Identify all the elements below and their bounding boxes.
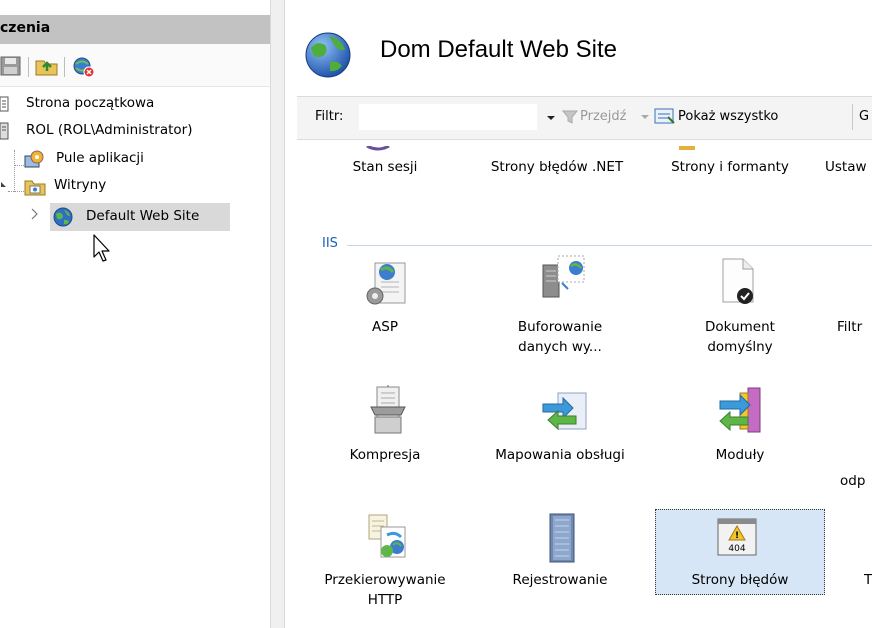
show-all-icon [654, 108, 676, 130]
tree-item-label: Pule aplikacji [56, 150, 144, 166]
show-all-button[interactable]: Pokaż wszystko [678, 109, 778, 124]
group-title: IIS [322, 236, 338, 251]
server-icon [0, 122, 10, 147]
disconnect-icon[interactable] [72, 56, 96, 82]
feature-compression[interactable]: Kompresja [340, 445, 430, 465]
feature-modules[interactable]: Moduły [685, 445, 795, 465]
toolbar-separator [28, 57, 29, 77]
feature-session-state[interactable]: Stan sesji [340, 157, 430, 177]
handler-mappings-icon [540, 390, 590, 438]
up-folder-icon[interactable] [35, 56, 59, 80]
filter-funnel-icon [561, 109, 579, 129]
feature-http-redirect[interactable]: Przekierowywanie HTTP [310, 570, 460, 610]
tree-item-app-pools[interactable]: Pule aplikacji [24, 147, 264, 173]
feature-truncated[interactable]: T [864, 570, 872, 590]
connections-toolbar [0, 44, 270, 87]
tree-item-sites[interactable]: Witryny [0, 174, 270, 200]
http-redirect-icon [367, 513, 411, 565]
feature-asp[interactable]: ASP [340, 317, 430, 337]
default-document-icon [718, 256, 758, 310]
go-button[interactable]: Przejdź [580, 109, 626, 124]
feature-pages-controls[interactable]: Strony i formanty [650, 157, 810, 177]
feature-error-pages[interactable]: Strony błędów [665, 570, 815, 590]
feature-label-line: danych wy... [518, 339, 602, 355]
globe-icon [303, 30, 353, 84]
controls-icon [677, 140, 697, 156]
connections-pane: czenia Strona początkowa ROL (ROL\Admini… [0, 0, 270, 628]
filter-input[interactable] [359, 104, 537, 130]
tree-item-server[interactable]: ROL (ROL\Administrator) [0, 119, 270, 145]
group-by-button[interactable]: G [859, 109, 869, 124]
error-pages-icon: ! 404 [717, 518, 757, 562]
feature-label-line: HTTP [367, 592, 403, 608]
features-view: Stan sesji Strony błędów .NET Strony i f… [285, 140, 872, 628]
app-pools-icon [24, 150, 46, 177]
content-pane: Dom Default Web Site Filtr: Przejdź Poka… [285, 0, 872, 628]
feature-filter-truncated[interactable]: Filtr [837, 317, 872, 337]
tree-item-label: Strona początkowa [26, 95, 155, 111]
asp-icon [365, 260, 409, 312]
save-icon[interactable] [0, 56, 22, 80]
sites-folder-icon [24, 177, 46, 204]
compression-icon [367, 385, 409, 447]
output-caching-icon [540, 253, 590, 305]
feature-handler-mappings[interactable]: Mapowania obsługi [475, 445, 645, 465]
error-code-text: 404 [728, 544, 745, 554]
feature-response-truncated[interactable]: odp [840, 471, 872, 491]
pane-splitter[interactable] [270, 0, 285, 628]
svg-text:!: ! [735, 531, 739, 541]
toolbar-separator [64, 57, 65, 77]
group-divider [347, 245, 872, 246]
feature-label-line: domyślny [707, 339, 773, 355]
tree-item-label: Witryny [54, 177, 107, 193]
connections-title: czenia [0, 20, 51, 36]
feature-label-line: Dokument [705, 319, 775, 335]
feature-net-error-pages[interactable]: Strony błędów .NET [482, 157, 632, 177]
feature-label-line: Buforowanie [517, 319, 603, 335]
collapse-arrow-icon[interactable] [0, 174, 8, 203]
page-title: Dom Default Web Site [380, 36, 617, 63]
feature-logging[interactable]: Rejestrowanie [485, 570, 635, 590]
tree-item-start-page[interactable]: Strona początkowa [0, 92, 270, 118]
filter-bar: Filtr: Przejdź Pokaż wszystko G [297, 96, 872, 140]
connections-header: czenia [0, 15, 270, 44]
modules-icon [718, 387, 762, 439]
feature-label-line: Przekierowywanie [324, 572, 446, 588]
tree-item-label: ROL (ROL\Administrator) [26, 122, 193, 138]
chevron-down-icon[interactable] [546, 111, 556, 127]
expand-arrow-icon[interactable] [30, 207, 40, 225]
start-page-icon [0, 95, 10, 120]
chevron-down-icon[interactable] [640, 110, 650, 126]
logging-icon [547, 512, 577, 568]
tree-item-label: Default Web Site [86, 208, 200, 224]
session-state-icon [365, 140, 391, 156]
mouse-cursor-icon [92, 233, 114, 269]
feature-output-caching[interactable]: Buforowanie danych wy... [495, 317, 625, 357]
feature-default-document[interactable]: Dokument domyślny [675, 317, 805, 357]
globe-icon [52, 206, 74, 235]
feature-settings-truncated[interactable]: Ustaw [825, 157, 872, 177]
tree-item-default-web-site[interactable]: Default Web Site [50, 203, 230, 231]
toolbar-separator [852, 104, 853, 130]
tree-line [14, 165, 24, 166]
filter-label: Filtr: [315, 109, 344, 124]
